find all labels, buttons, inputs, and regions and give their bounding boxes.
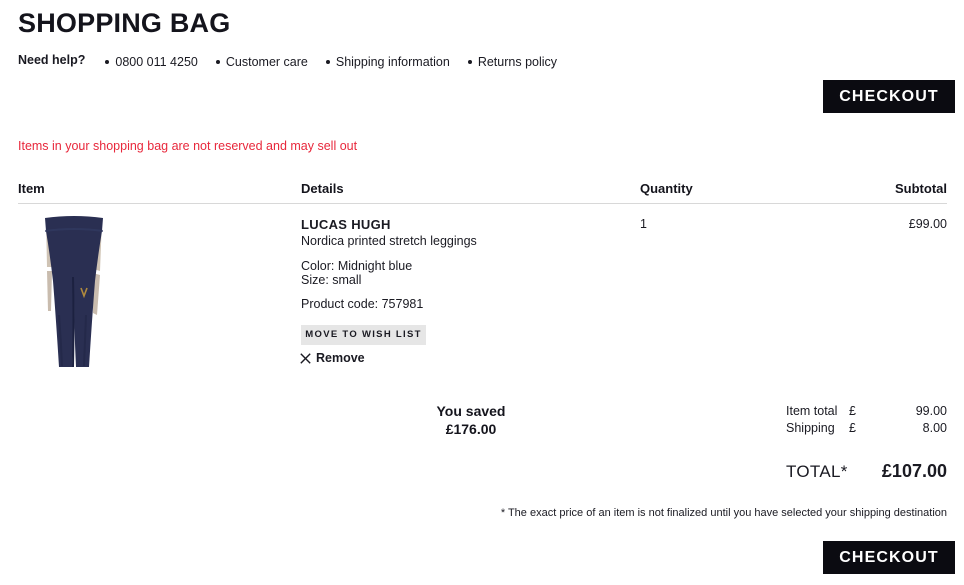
bullet-icon: [325, 60, 330, 64]
help-link-shipping-information-label[interactable]: Shipping information: [336, 55, 450, 69]
grand-total-amount: £107.00: [881, 461, 947, 481]
leggings-illustration: [45, 216, 103, 367]
checkout-button-top[interactable]: CHECKOUT: [823, 80, 955, 113]
need-help-row: Need help? 0800 011 4250 Customer care S…: [18, 53, 575, 69]
totals-summary: Item total £ 99.00 Shipping £ 8.00: [786, 404, 947, 438]
table-divider: [18, 203, 947, 204]
move-to-wish-list-button[interactable]: MOVE TO WISH LIST: [301, 325, 426, 345]
bullet-icon: [215, 60, 220, 64]
help-link-customer-care[interactable]: Customer care: [215, 55, 308, 69]
shipping-label: Shipping: [786, 421, 835, 435]
grand-total-row: TOTAL* £107.00: [786, 461, 947, 482]
total-line-item-total: Item total £ 99.00: [786, 404, 947, 421]
price-footnote: * The exact price of an item is not fina…: [500, 507, 947, 519]
column-header-details: Details: [301, 181, 344, 196]
stock-warning-message: Items in your shopping bag are not reser…: [18, 139, 358, 153]
help-link-phone[interactable]: 0800 011 4250: [105, 55, 198, 69]
item-subtotal: £99.00: [908, 217, 947, 231]
help-link-customer-care-label[interactable]: Customer care: [226, 55, 308, 69]
product-image[interactable]: [40, 215, 108, 373]
you-saved-block: You saved £176.00: [437, 402, 506, 438]
you-saved-label: You saved: [436, 403, 506, 419]
bullet-icon: [467, 60, 472, 64]
column-header-item: Item: [18, 181, 45, 196]
remove-label: Remove: [316, 351, 365, 365]
product-brand[interactable]: LUCAS HUGH: [301, 217, 391, 232]
help-link-phone-label[interactable]: 0800 011 4250: [115, 55, 198, 69]
help-link-returns-policy[interactable]: Returns policy: [467, 55, 557, 69]
product-color: Color: Midnight blue: [301, 259, 413, 273]
total-line-shipping: Shipping £ 8.00: [786, 421, 947, 438]
shipping-amount: 8.00: [922, 421, 947, 435]
item-total-amount: 99.00: [915, 404, 947, 418]
column-header-subtotal: Subtotal: [895, 181, 947, 196]
need-help-label: Need help?: [18, 53, 86, 67]
page-title: SHOPPING BAG: [18, 8, 231, 38]
bullet-icon: [105, 60, 110, 64]
grand-total-label: TOTAL*: [786, 462, 848, 481]
remove-item-button[interactable]: Remove: [300, 351, 365, 365]
you-saved-amount: £176.00: [445, 421, 497, 437]
shipping-currency: £: [849, 421, 856, 435]
close-icon: [300, 352, 311, 364]
product-code: Product code: 757981: [301, 297, 424, 311]
help-link-shipping-information[interactable]: Shipping information: [325, 55, 450, 69]
product-size: Size: small: [301, 273, 362, 287]
help-link-returns-policy-label[interactable]: Returns policy: [478, 55, 557, 69]
product-name[interactable]: Nordica printed stretch leggings: [301, 234, 477, 248]
column-header-quantity: Quantity: [640, 181, 693, 196]
item-total-currency: £: [849, 404, 856, 418]
checkout-button-bottom[interactable]: CHECKOUT: [823, 541, 955, 574]
item-total-label: Item total: [786, 404, 838, 418]
item-quantity: 1: [640, 217, 647, 231]
